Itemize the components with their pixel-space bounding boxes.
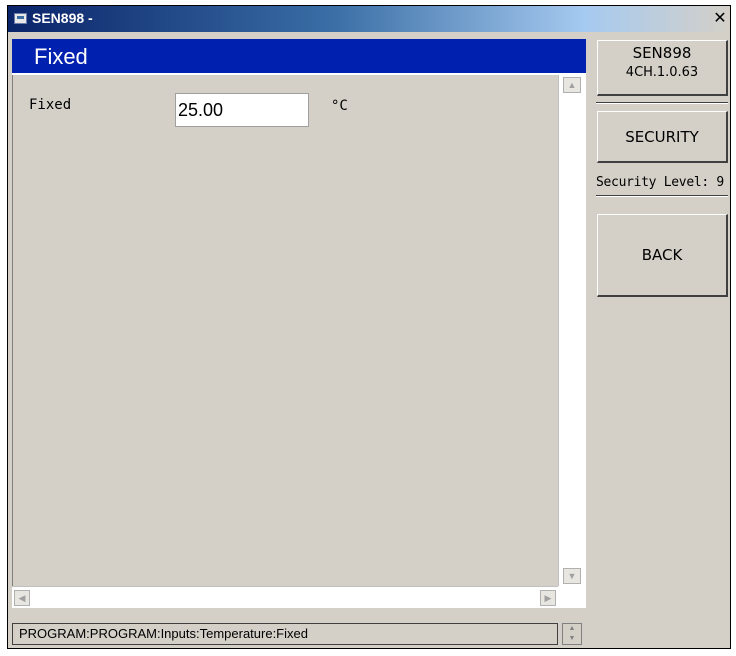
divider (596, 102, 728, 104)
back-button[interactable]: BACK (597, 214, 728, 297)
app-window: SEN898 - ✕ Fixed Fixed °C ▲ ▼ ◀ ▶ PROGRA… (7, 5, 731, 649)
fixed-value-input[interactable] (175, 93, 309, 127)
page-title: Fixed (34, 44, 88, 69)
spin-up-icon[interactable]: ▲ (563, 624, 581, 634)
app-window-icon (14, 13, 27, 24)
version-button[interactable]: SEN898 4CH.1.0.63 (597, 40, 728, 96)
arrow-left-icon[interactable]: ◀ (14, 590, 30, 606)
close-icon[interactable]: ✕ (712, 10, 728, 27)
arrow-up-icon[interactable]: ▲ (563, 77, 581, 93)
version-model: SEN898 (632, 44, 692, 62)
unit-label: °C (331, 98, 348, 114)
status-path: PROGRAM:PROGRAM:Inputs:Temperature:Fixed (12, 623, 558, 645)
form-panel: Fixed °C (12, 75, 558, 586)
scrollbar-corner (558, 586, 586, 608)
horizontal-scrollbar[interactable]: ◀ ▶ (12, 586, 586, 608)
divider (596, 195, 728, 197)
arrow-right-icon[interactable]: ▶ (540, 590, 556, 606)
security-level-text: Security Level: 9 (596, 175, 724, 190)
version-number: 4CH.1.0.63 (625, 65, 699, 80)
window-title: SEN898 - (32, 10, 93, 26)
fixed-label: Fixed (29, 97, 72, 113)
arrow-down-icon[interactable]: ▼ (563, 568, 581, 584)
security-button[interactable]: SECURITY (597, 111, 728, 163)
title-bar[interactable]: SEN898 - ✕ (8, 6, 730, 32)
vertical-scrollbar[interactable]: ▲ ▼ (558, 75, 586, 586)
page-header: Fixed (12, 39, 586, 75)
spin-down-icon[interactable]: ▼ (563, 634, 581, 644)
status-spinner[interactable]: ▲ ▼ (562, 623, 582, 645)
